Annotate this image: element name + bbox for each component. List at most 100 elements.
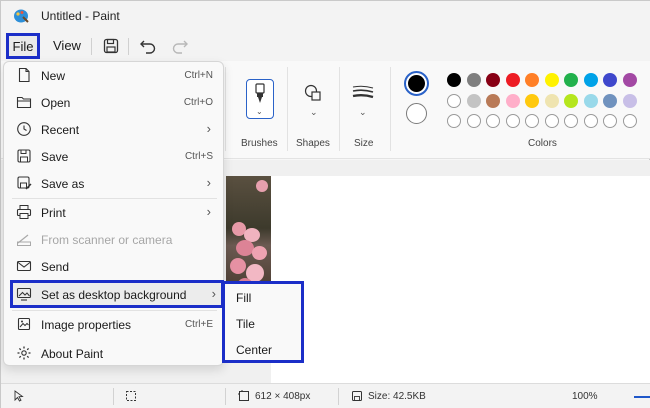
size-group-label: Size <box>354 138 374 149</box>
color-swatch[interactable] <box>564 94 578 108</box>
menu-item-image-properties[interactable]: Image properties Ctrl+E <box>4 311 223 337</box>
ribbon-divider <box>225 67 226 151</box>
color-swatch[interactable] <box>525 94 539 108</box>
submenu-item-tile[interactable]: Tile <box>236 317 255 331</box>
color-swatch[interactable] <box>603 94 617 108</box>
color-swatch[interactable] <box>466 94 481 108</box>
menu-item-open[interactable]: Open Ctrl+O <box>4 89 223 115</box>
menu-item-from-scanner: From scanner or camera <box>4 226 223 252</box>
custom-color-slot[interactable] <box>564 114 578 128</box>
menu-item-label: Image properties <box>41 318 132 332</box>
redo-icon[interactable] <box>170 36 190 56</box>
flower-petal <box>256 180 268 192</box>
chevron-right-icon: › <box>206 175 211 190</box>
save-icon <box>17 149 31 163</box>
size-icon[interactable] <box>352 85 374 99</box>
menu-item-print[interactable]: Print › <box>4 199 223 225</box>
brushes-group-label: Brushes <box>241 138 278 149</box>
custom-color-slot[interactable] <box>544 114 559 128</box>
colors-group-label: Colors <box>528 138 557 149</box>
paint-window: Untitled - Paint File View ⌄ Brushes ⌄ S… <box>0 0 650 408</box>
menu-item-shortcut: Ctrl+O <box>183 97 213 108</box>
color-swatch[interactable] <box>544 73 559 87</box>
menu-item-save[interactable]: Save Ctrl+S <box>4 143 223 169</box>
paint-app-icon <box>14 9 29 23</box>
brush-icon <box>255 83 265 103</box>
color-swatch[interactable] <box>505 94 520 108</box>
menu-item-label: From scanner or camera <box>41 233 173 247</box>
size-chevron-icon[interactable]: ⌄ <box>359 107 367 118</box>
color-swatch[interactable] <box>505 73 520 87</box>
pointer-icon <box>14 390 24 402</box>
custom-color-slot[interactable] <box>505 114 520 128</box>
primary-color-button[interactable] <box>404 71 429 96</box>
color-swatch[interactable] <box>603 73 617 87</box>
color-swatch[interactable] <box>447 94 461 108</box>
view-menu-button[interactable]: View <box>53 38 81 53</box>
ribbon-divider <box>390 67 391 151</box>
zoom-slider[interactable] <box>634 396 650 398</box>
submenu-item-fill[interactable]: Fill <box>236 291 251 305</box>
ribbon-divider <box>287 67 288 151</box>
flower-petal <box>230 258 246 274</box>
color-swatch[interactable] <box>447 73 461 87</box>
printer-icon <box>16 205 32 219</box>
color-swatch[interactable] <box>486 73 500 87</box>
menu-item-new[interactable]: New Ctrl+N <box>4 62 223 88</box>
color-swatch[interactable] <box>564 73 578 87</box>
canvas-dimensions: 612 × 408px <box>255 391 311 402</box>
color-swatch[interactable] <box>486 94 500 108</box>
file-size: Size: 42.5KB <box>368 391 426 402</box>
menu-item-about-paint[interactable]: About Paint <box>4 340 223 366</box>
color-swatch[interactable] <box>622 73 637 87</box>
zoom-level[interactable]: 100% <box>572 391 598 402</box>
color-swatch[interactable] <box>466 73 481 87</box>
color-swatch[interactable] <box>583 94 598 108</box>
clock-icon <box>17 122 31 136</box>
ribbon-divider <box>339 67 340 151</box>
menu-item-shortcut: Ctrl+E <box>184 319 213 330</box>
undo-icon[interactable] <box>138 36 158 56</box>
send-icon <box>16 260 32 272</box>
menu-item-send[interactable]: Send <box>4 253 223 279</box>
shapes-group-label: Shapes <box>296 138 330 149</box>
menu-item-save-as[interactable]: Save as › <box>4 170 223 196</box>
color-swatch[interactable] <box>525 73 539 87</box>
menu-item-recent[interactable]: Recent › <box>4 116 223 142</box>
shapes-chevron-icon[interactable]: ⌄ <box>310 107 318 118</box>
submenu-item-center[interactable]: Center <box>236 343 272 357</box>
save-as-icon <box>17 176 32 190</box>
menu-item-shortcut: Ctrl+S <box>184 151 213 162</box>
custom-color-slot[interactable] <box>486 114 500 128</box>
chevron-right-icon: › <box>206 204 211 219</box>
shapes-icon[interactable] <box>303 83 323 103</box>
custom-color-slot[interactable] <box>603 114 617 128</box>
color-swatch[interactable] <box>622 94 637 108</box>
menu-item-set-as-desktop-background[interactable]: Set as desktop background › <box>10 280 224 308</box>
file-menu-button[interactable]: File <box>6 33 40 59</box>
save-icon[interactable] <box>101 36 121 56</box>
custom-color-slot[interactable] <box>447 114 461 128</box>
custom-color-slot[interactable] <box>525 114 539 128</box>
menu-item-label: Open <box>41 96 71 110</box>
status-divider <box>338 388 339 405</box>
menu-item-label: Set as desktop background <box>41 288 187 302</box>
brushes-button[interactable]: ⌄ <box>246 79 274 119</box>
custom-color-slot[interactable] <box>466 114 481 128</box>
brushes-chevron-icon: ⌄ <box>256 107 263 116</box>
menu-item-label: New <box>41 69 66 83</box>
new-file-icon <box>18 67 30 83</box>
custom-color-slot[interactable] <box>583 114 598 128</box>
menu-item-shortcut: Ctrl+N <box>184 70 213 81</box>
color-swatch[interactable] <box>583 73 598 87</box>
menu-bar: File View <box>1 31 650 61</box>
color-swatch[interactable] <box>544 94 559 108</box>
custom-color-slot[interactable] <box>622 114 637 128</box>
file-size-icon <box>352 391 362 401</box>
window-title: Untitled - Paint <box>41 9 120 23</box>
menubar-divider <box>128 38 129 55</box>
status-bar: 612 × 408px Size: 42.5KB 100% <box>1 383 650 408</box>
canvas[interactable] <box>271 176 650 383</box>
secondary-color-button[interactable] <box>406 103 427 124</box>
desktop-background-icon <box>16 287 32 301</box>
